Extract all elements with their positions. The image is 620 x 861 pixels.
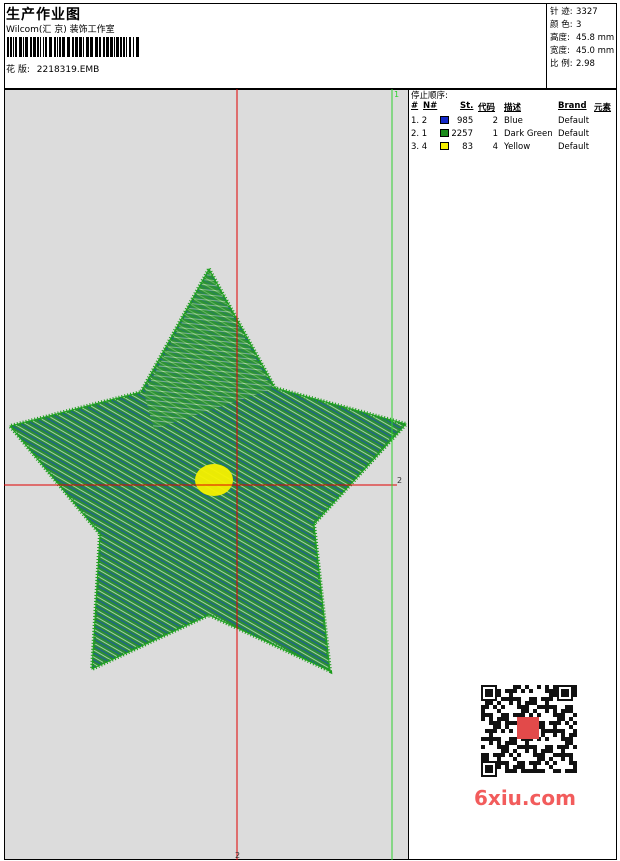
axis-label-right: 2 — [397, 476, 402, 485]
color-swatch-dark-green — [440, 129, 449, 137]
row-brand: Default — [558, 142, 590, 152]
yellow-center — [195, 464, 233, 496]
color-swatch-blue — [440, 116, 449, 124]
col-st: St. — [460, 101, 474, 111]
stat-height: 高度: 45.8 mm — [550, 33, 615, 43]
col-brand: Brand — [558, 101, 587, 111]
row-stitches: 83 — [462, 142, 473, 152]
col-hash: # — [411, 101, 419, 111]
design-file-label: 花 版: 2218319.EMB — [6, 62, 99, 75]
design-canvas: 2 2 1 — [4, 89, 409, 860]
axis-label-bottom: 2 — [235, 851, 240, 860]
col-desc: 描述 — [504, 103, 522, 113]
row-desc: Blue — [504, 116, 523, 126]
row-brand: Default — [558, 129, 590, 139]
row-num: 1. 2 — [411, 116, 428, 126]
row-stitches: 2257 — [451, 129, 473, 139]
qr-code-image — [469, 679, 586, 782]
watermark-text: 6xiu.com — [474, 786, 576, 810]
row-num: 3. 4 — [411, 142, 428, 152]
stat-scale: 比 例: 2.98 — [550, 59, 595, 69]
barcode — [7, 37, 139, 57]
row-desc: Yellow — [504, 142, 531, 152]
row-code: 4 — [492, 142, 498, 152]
col-n: N# — [423, 101, 438, 111]
row-desc: Dark Green — [504, 129, 553, 139]
stats-box: 针 迹: 3327 颜 色: 3 高度: 45.8 mm 宽度: 45.0 mm 比 例… — [546, 3, 617, 89]
row-brand: Default — [558, 116, 590, 126]
design-file-name: 2218319.EMB — [36, 65, 100, 75]
page-title: 生产作业图 — [6, 7, 81, 23]
col-element: 元素 — [594, 103, 612, 113]
embroidery-preview: 2 2 1 — [4, 89, 409, 860]
design-file-key: 花 版: — [6, 65, 30, 75]
sequence-title: 停止顺序: — [411, 91, 448, 101]
col-code: 代码 — [478, 103, 496, 113]
row-stitches: 985 — [457, 116, 474, 126]
stat-stitches: 针 迹: 3327 — [550, 7, 598, 17]
axis-label-top: 1 — [394, 90, 399, 99]
row-code: 1 — [492, 129, 498, 139]
stat-width: 宽度: 45.0 mm — [550, 46, 615, 56]
stat-colors: 颜 色: 3 — [550, 20, 582, 30]
row-code: 2 — [492, 116, 498, 126]
color-swatch-yellow — [440, 142, 449, 150]
row-num: 2. 1 — [411, 129, 428, 139]
studio-subtitle: Wilcom(汇 京) 装饰工作室 — [6, 25, 115, 35]
